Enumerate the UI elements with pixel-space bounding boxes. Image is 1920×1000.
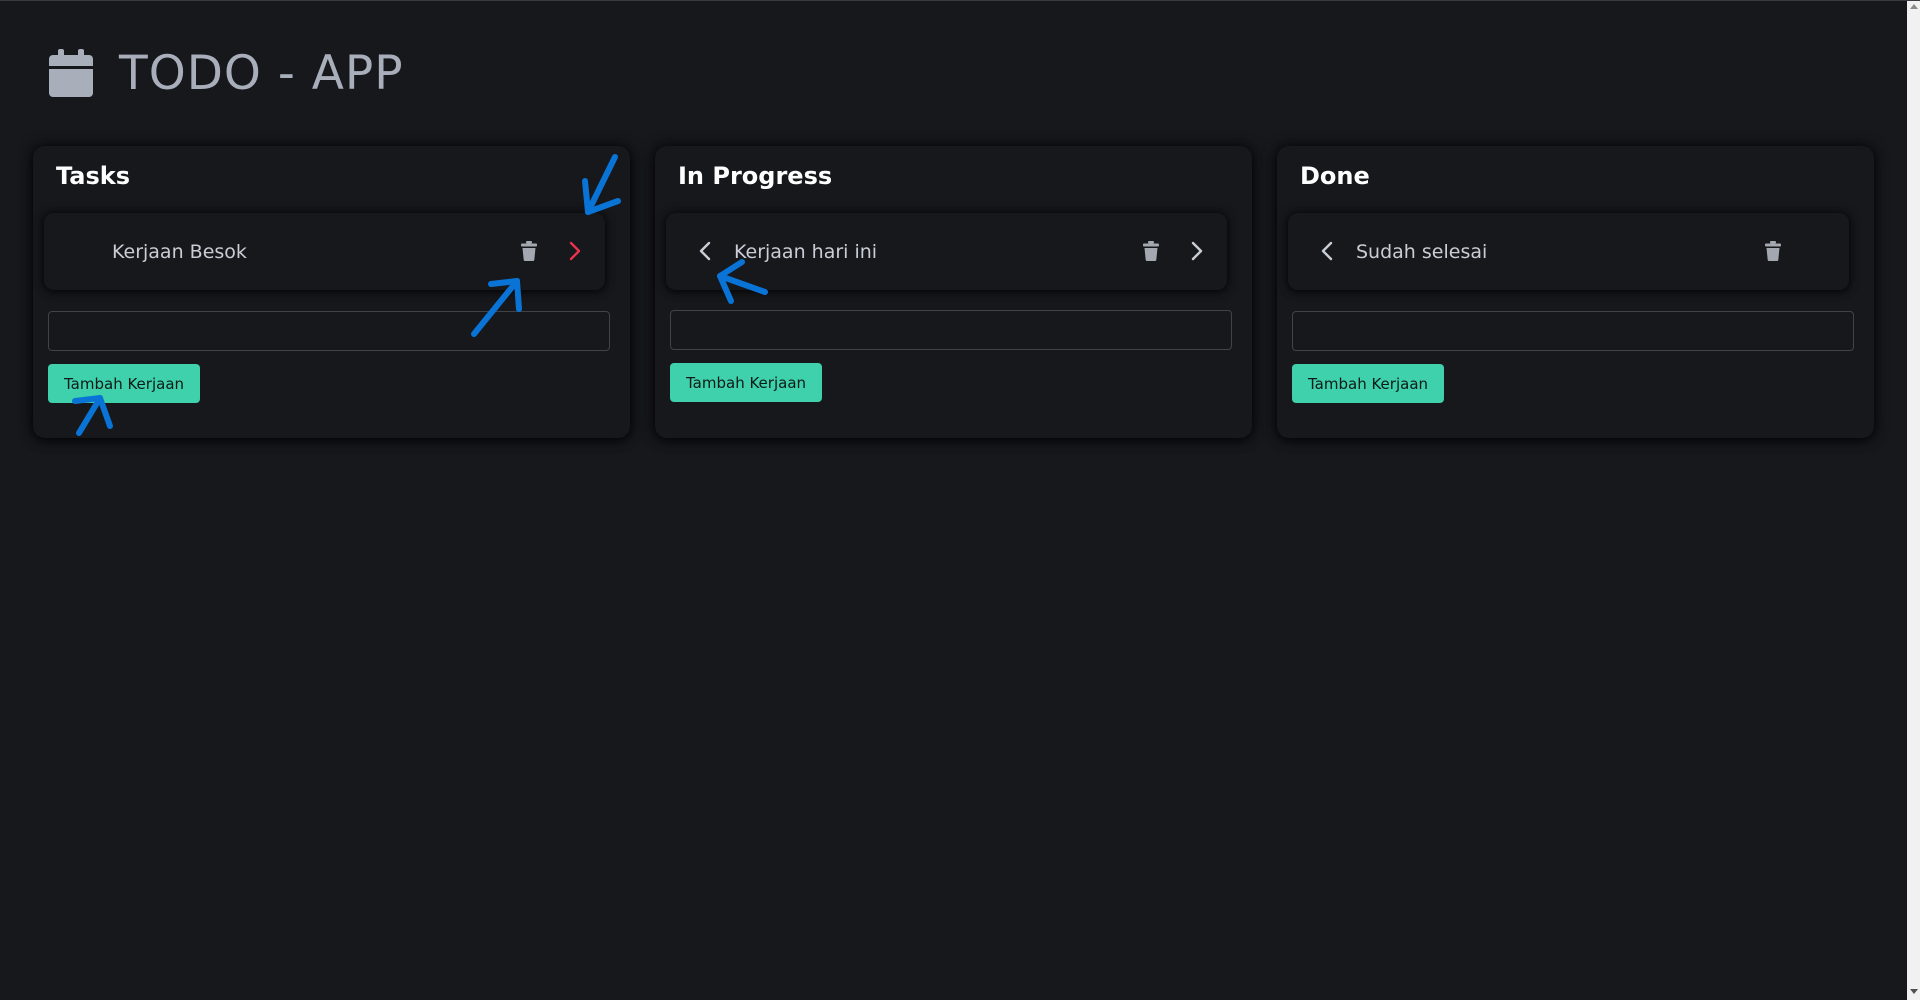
column-tasks: Tasks Kerjaan Besok Tambah Kerjaan [33,146,630,438]
column-done: Done Sudah selesai Tambah Kerjaan [1277,146,1874,438]
scroll-down-icon[interactable] [1910,989,1918,994]
task-text: Sudah selesai [1356,241,1488,263]
calendar-icon [49,49,93,97]
move-next-button[interactable] [560,236,590,266]
new-task-input[interactable] [48,311,610,351]
chevron-right-icon [1191,241,1203,261]
new-task-input[interactable] [1292,311,1854,351]
add-task-button[interactable]: Tambah Kerjaan [48,364,201,403]
task-text: Kerjaan Besok [112,241,247,263]
column-in-progress: In Progress Kerjaan hari ini Tambah Kerj… [655,146,1252,438]
chevron-left-icon [699,241,711,261]
task-text: Kerjaan hari ini [734,241,878,263]
delete-task-button[interactable] [514,236,544,266]
scroll-up-icon[interactable] [1910,4,1918,9]
add-task-button[interactable]: Tambah Kerjaan [670,363,823,402]
task-card: Kerjaan hari ini [666,213,1227,290]
task-card: Sudah selesai [1288,213,1849,290]
app-header: TODO - APP [49,49,404,97]
column-title: Tasks [56,162,131,190]
column-title: Done [1300,162,1370,190]
trash-icon [1765,241,1781,261]
kanban-board: Tasks Kerjaan Besok Tambah Kerjaan In Pr… [33,146,1874,438]
delete-task-button[interactable] [1136,236,1166,266]
move-prev-button[interactable] [690,236,720,266]
app-window: TODO - APP Tasks Kerjaan Besok Tambah Ke… [0,0,1920,1000]
new-task-input[interactable] [670,310,1232,350]
add-task-button[interactable]: Tambah Kerjaan [1292,364,1445,403]
chevron-left-icon [1321,241,1333,261]
trash-icon [1143,241,1159,261]
chevron-right-icon [569,241,581,261]
delete-task-button[interactable] [1758,236,1788,266]
move-prev-button[interactable] [1312,236,1342,266]
column-title: In Progress [678,162,833,190]
trash-icon [521,241,537,261]
move-next-button[interactable] [1182,236,1212,266]
vertical-scrollbar[interactable] [1907,1,1920,1000]
app-title: TODO - APP [119,45,404,101]
task-card: Kerjaan Besok [44,213,605,290]
